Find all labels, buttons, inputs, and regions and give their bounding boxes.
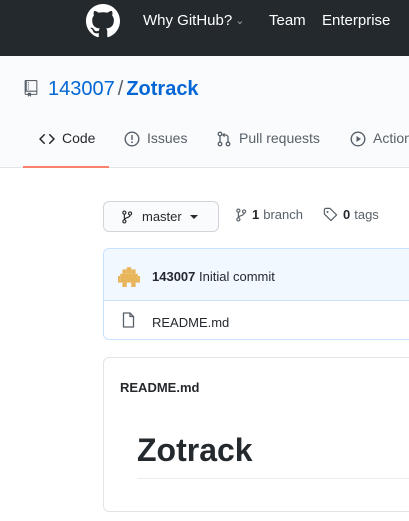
list-item[interactable]: README.md [104, 301, 409, 339]
avatar[interactable] [118, 265, 140, 287]
readme-box: README.md Zotrack [103, 357, 409, 512]
branch-count-label: branch [263, 207, 303, 222]
file-icon [122, 312, 135, 328]
tag-count: 0 [343, 207, 351, 222]
chevron-down-icon: ⌄ [235, 15, 245, 27]
readme-title: Zotrack [137, 432, 253, 468]
repo-name-link[interactable]: Zotrack [126, 78, 198, 100]
repo-separator: / [117, 78, 124, 100]
readme-header: README.md [120, 380, 200, 395]
tab-code-label: Code [62, 130, 96, 146]
nav-why-github-label: Why GitHub? [143, 12, 233, 29]
branch-count: 1 [252, 207, 260, 222]
file-name-link[interactable]: README.md [152, 315, 229, 330]
play-icon [350, 131, 366, 147]
global-header: Why GitHub? ⌄ Team Enterprise [0, 0, 409, 56]
repo-owner-link[interactable]: 143007 [48, 78, 115, 100]
tags-link[interactable]: 0 tags [323, 207, 379, 222]
code-icon [39, 133, 55, 145]
branches-link[interactable]: 1 branch [235, 207, 303, 222]
commit-summary: 143007 Initial commit [152, 269, 275, 284]
caret-down-icon [189, 214, 198, 219]
branch-name: master [142, 209, 182, 224]
git-pull-request-icon [217, 131, 231, 147]
tab-code[interactable]: Code [23, 130, 109, 168]
commit-author-link[interactable]: 143007 [152, 269, 195, 284]
tab-pull-requests[interactable]: Pull requests [216, 130, 320, 168]
repo-icon [24, 80, 38, 97]
latest-commit-row: 143007 Initial commit [104, 249, 409, 301]
tab-pull-requests-label: Pull requests [239, 130, 320, 146]
tab-actions-label: Actions [373, 130, 409, 146]
readme-divider [137, 478, 409, 479]
file-listing: 143007 Initial commit README.md [103, 248, 409, 340]
git-branch-icon [236, 207, 247, 222]
git-branch-icon [122, 209, 133, 224]
nav-why-github[interactable]: Why GitHub? ⌄ [143, 12, 244, 29]
github-octocat-icon[interactable] [86, 4, 120, 38]
tab-issues[interactable]: Issues [124, 130, 187, 168]
branch-select-button[interactable]: master [103, 201, 219, 232]
tag-count-label: tags [354, 207, 379, 222]
tag-icon [323, 207, 338, 222]
tab-issues-label: Issues [147, 130, 188, 146]
nav-team[interactable]: Team [269, 12, 306, 29]
commit-message-link[interactable]: Initial commit [199, 269, 275, 284]
repo-title: 143007/Zotrack [48, 78, 199, 101]
tab-actions[interactable]: Actions [350, 130, 409, 168]
nav-enterprise[interactable]: Enterprise [322, 12, 390, 29]
issue-opened-icon [124, 131, 140, 147]
